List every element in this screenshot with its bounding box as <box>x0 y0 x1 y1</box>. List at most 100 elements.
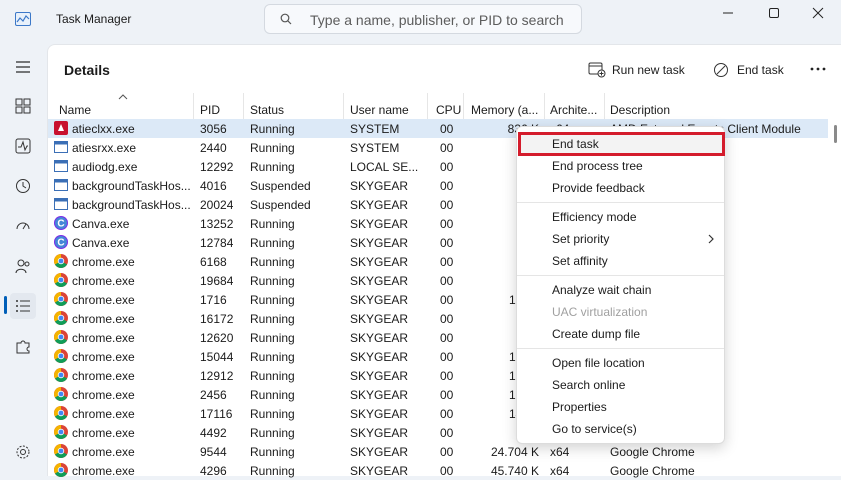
menu-item-search-online[interactable]: Search online <box>517 374 724 396</box>
user-name-cell: SKYGEAR <box>350 445 409 459</box>
menu-item-create-dump-file[interactable]: Create dump file <box>517 323 724 345</box>
chrome-icon <box>54 387 68 401</box>
nav-processes[interactable] <box>10 93 36 119</box>
table-row[interactable]: chrome.exe 9544 Running SKYGEAR 00 x64 Google … <box>48 442 828 461</box>
chrome-icon <box>54 463 68 477</box>
process-name-cell: audiodg.exe <box>72 160 138 174</box>
pid-cell: 4492 <box>200 426 227 440</box>
column-header-cpu[interactable]: CPU <box>436 103 461 117</box>
history-icon <box>16 179 30 193</box>
cpu-cell: 00 <box>440 160 454 174</box>
table-row[interactable]: chrome.exe 4296 Running SKYGEAR 00 x64 Google … <box>48 461 828 480</box>
app-window-icon <box>54 140 68 154</box>
user-name-cell: SKYGEAR <box>350 198 409 212</box>
pid-cell: 20024 <box>200 198 234 212</box>
menu-item-label: Efficiency mode <box>552 210 637 224</box>
nav-services[interactable] <box>10 333 36 359</box>
nav-details[interactable] <box>10 293 36 319</box>
process-name-cell: chrome.exe <box>72 274 135 288</box>
architecture-cell: x64 <box>550 445 570 459</box>
menu-separator <box>517 202 724 203</box>
cpu-cell: 00 <box>440 293 454 307</box>
menu-item-label: End task <box>552 137 599 151</box>
cpu-cell: 00 <box>440 198 454 212</box>
pid-cell: 4016 <box>200 179 227 193</box>
status-cell: Running <box>250 274 295 288</box>
search-icon <box>280 13 292 25</box>
menu-item-end-process-tree[interactable]: End process tree <box>517 155 724 177</box>
status-cell: Running <box>250 293 295 307</box>
menu-item-analyze-wait-chain[interactable]: Analyze wait chain <box>517 279 724 301</box>
column-header-status[interactable]: Status <box>250 103 284 117</box>
column-header-name[interactable]: Name <box>59 103 91 117</box>
nav-performance[interactable] <box>10 133 36 159</box>
column-header-architecture[interactable]: Archite... <box>550 103 602 117</box>
chrome-icon <box>54 425 68 439</box>
description-cell: Google Chrome <box>610 445 695 459</box>
user-name-cell: SYSTEM <box>350 141 400 155</box>
user-name-cell: SKYGEAR <box>350 350 409 364</box>
close-button[interactable] <box>795 0 841 28</box>
page-title: Details <box>64 62 110 78</box>
close-icon <box>812 7 824 19</box>
chrome-icon <box>54 406 68 420</box>
search-input[interactable]: Type a name, publisher, or PID to search <box>264 4 582 34</box>
pid-cell: 19684 <box>200 274 234 288</box>
column-header-description[interactable]: Description <box>610 103 670 117</box>
run-task-icon <box>588 62 606 78</box>
nav-app-history[interactable] <box>10 173 36 199</box>
status-cell: Running <box>250 312 295 326</box>
pid-cell: 12912 <box>200 369 234 383</box>
app-window-icon <box>54 197 68 211</box>
menu-item-end-task[interactable]: End task <box>517 133 724 155</box>
pid-cell: 16172 <box>200 312 234 326</box>
nav-startup-apps[interactable] <box>10 213 36 239</box>
minimize-button[interactable] <box>705 0 751 28</box>
cpu-cell: 00 <box>440 122 454 136</box>
user-name-cell: SKYGEAR <box>350 236 409 250</box>
canva-icon: C <box>54 216 68 230</box>
hamburger-menu-button[interactable] <box>10 54 36 80</box>
nav-settings[interactable] <box>10 439 36 465</box>
svg-text:C: C <box>57 219 64 230</box>
column-header-pid[interactable]: PID <box>200 103 220 117</box>
status-cell: Running <box>250 407 295 421</box>
details-list-icon <box>16 300 30 312</box>
cpu-cell: 00 <box>440 445 454 459</box>
menu-item-efficiency-mode[interactable]: Efficiency mode <box>517 206 724 228</box>
status-cell: Running <box>250 236 295 250</box>
menu-item-uac-virtualization: UAC virtualization <box>517 301 724 323</box>
column-header-memory[interactable]: Memory (a... <box>471 103 541 117</box>
menu-item-properties[interactable]: Properties <box>517 396 724 418</box>
context-menu: End task End process tree Provide feedback… <box>516 126 725 444</box>
column-header-user-name[interactable]: User name <box>350 103 409 117</box>
menu-item-label: Search online <box>552 378 626 392</box>
maximize-button[interactable] <box>751 0 797 28</box>
status-cell: Suspended <box>250 198 311 212</box>
process-name-cell: atieclxx.exe <box>72 122 135 136</box>
status-cell: Running <box>250 369 295 383</box>
menu-item-set-priority[interactable]: Set priority <box>517 228 724 250</box>
canva-icon: C <box>54 235 68 249</box>
process-name-cell: Canva.exe <box>72 236 130 250</box>
menu-item-label: Set affinity <box>552 254 608 268</box>
pid-cell: 12784 <box>200 236 234 250</box>
nav-users[interactable] <box>10 253 36 279</box>
pid-cell: 6168 <box>200 255 227 269</box>
menu-item-open-file-location[interactable]: Open file location <box>517 352 724 374</box>
menu-item-set-affinity[interactable]: Set affinity <box>517 250 724 272</box>
menu-item-provide-feedback[interactable]: Provide feedback <box>517 177 724 199</box>
end-task-icon <box>714 63 728 77</box>
menu-item-go-to-services[interactable]: Go to service(s) <box>517 418 724 440</box>
pid-cell: 1716 <box>200 293 227 307</box>
vertical-scrollbar[interactable] <box>834 125 837 143</box>
process-name-cell: chrome.exe <box>72 293 135 307</box>
status-cell: Running <box>250 445 295 459</box>
process-name-cell: chrome.exe <box>72 331 135 345</box>
cpu-cell: 00 <box>440 388 454 402</box>
title-bar: Task Manager Type a name, publisher, or … <box>0 0 841 40</box>
user-name-cell: SKYGEAR <box>350 331 409 345</box>
processes-icon <box>15 98 31 114</box>
status-cell: Running <box>250 331 295 345</box>
more-options-icon[interactable] <box>808 62 828 76</box>
